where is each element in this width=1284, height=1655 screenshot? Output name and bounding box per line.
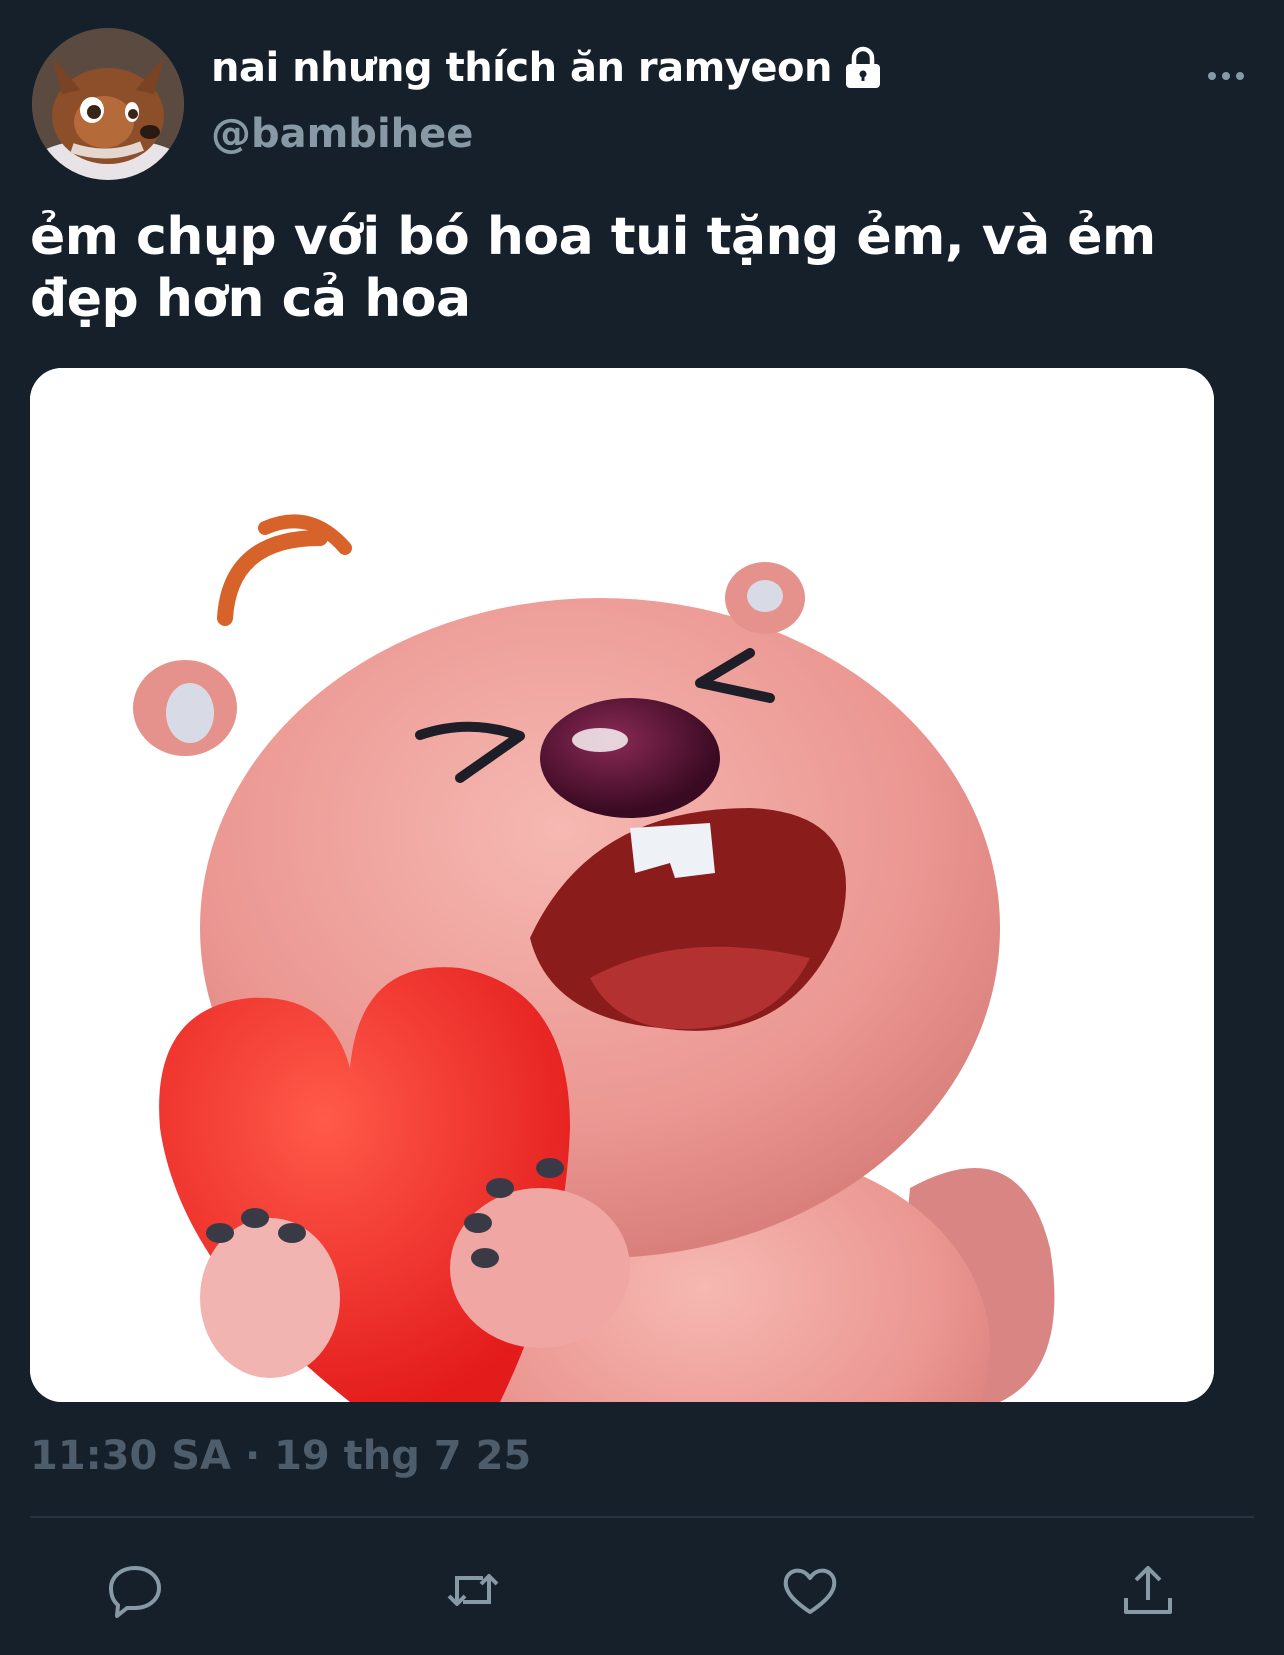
- tweet-text: ẻm chụp với bó hoa tui tặng ẻm, và ẻm đẹ…: [30, 207, 1156, 329]
- more-dot-icon: [1222, 72, 1230, 80]
- tweet-timestamp[interactable]: 11:30 SA · 19 thg 7 25: [30, 1430, 531, 1482]
- pink-beaver-holding-heart-image: [30, 368, 1214, 1402]
- tweet-actions-bar: [0, 1550, 1284, 1630]
- author-name-row: nai nhưng thích ăn ramyeon: [211, 42, 884, 94]
- more-dot-icon: [1208, 72, 1216, 80]
- avatar[interactable]: [32, 28, 184, 180]
- share-button[interactable]: [1108, 1550, 1188, 1630]
- display-name[interactable]: nai nhưng thích ăn ramyeon: [211, 42, 832, 94]
- reply-button[interactable]: [95, 1550, 175, 1630]
- more-options-button[interactable]: [1196, 58, 1256, 94]
- retweet-button[interactable]: [433, 1550, 513, 1630]
- divider: [30, 1516, 1254, 1518]
- like-button[interactable]: [770, 1550, 850, 1630]
- more-dot-icon: [1236, 72, 1244, 80]
- retweet-icon: [447, 1574, 499, 1606]
- fawn-avatar-image: [32, 28, 184, 180]
- tweet-media[interactable]: [30, 368, 1214, 1402]
- like-icon: [783, 1568, 837, 1614]
- tweet: nai nhưng thích ăn ramyeon @bambihee ẻm …: [0, 0, 1284, 1655]
- lock-icon: [842, 46, 884, 90]
- reply-icon: [109, 1566, 161, 1618]
- share-icon: [1124, 1566, 1172, 1614]
- author-handle[interactable]: @bambihee: [211, 108, 473, 160]
